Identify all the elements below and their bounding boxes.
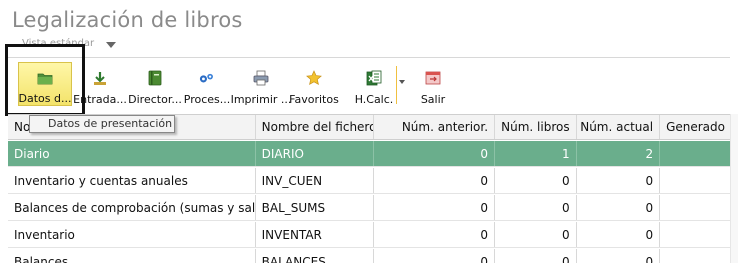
spreadsheet-icon [366, 70, 382, 86]
hcalc-label: H.Calc. [354, 93, 394, 106]
cell-generado [660, 168, 730, 193]
cell-generado [660, 249, 730, 263]
vertical-scrollbar[interactable] [730, 114, 738, 263]
salir-label: Salir [420, 93, 446, 106]
column-header-actual[interactable]: Núm. actual [577, 115, 661, 139]
cell-generado [660, 141, 730, 166]
salir-button[interactable]: Salir [410, 62, 456, 106]
gears-icon [199, 70, 215, 86]
star-icon [306, 70, 322, 86]
book-icon [147, 70, 163, 86]
column-header-anterior[interactable]: Núm. anterior. [374, 115, 496, 139]
hcalc-button[interactable]: H.Calc. [352, 62, 396, 106]
cell-anterior: 0 [374, 195, 496, 220]
cell-actual: 0 [577, 168, 661, 193]
cell-fichero: BALANCES [256, 249, 374, 263]
cell-actual: 2 [577, 141, 661, 166]
cell-anterior: 0 [374, 141, 496, 166]
cell-fichero: BAL_SUMS [256, 195, 374, 220]
column-header-generado[interactable]: Generado [660, 115, 730, 139]
cell-anterior: 0 [374, 168, 496, 193]
directorio-label: Director... [128, 93, 182, 106]
favoritos-label: Favoritos [289, 93, 339, 106]
table-row[interactable]: Inventario y cuentas anuales INV_CUEN 0 … [8, 168, 730, 194]
cell-libros: 0 [495, 222, 577, 247]
cell-anterior: 0 [374, 222, 496, 247]
cell-fichero: INVENTAR [256, 222, 374, 247]
cell-generado [660, 222, 730, 247]
divider [8, 57, 730, 58]
cell-libros: 1 [495, 141, 577, 166]
table-row[interactable]: Balances de comprobación (sumas y saldos… [8, 195, 730, 221]
cell-actual: 0 [577, 249, 661, 263]
favoritos-button[interactable]: Favoritos [289, 62, 339, 106]
directorio-button[interactable]: Director... [128, 62, 182, 106]
cell-nombre: Balances [8, 249, 256, 263]
chevron-down-icon[interactable] [399, 80, 405, 84]
cell-generado [660, 195, 730, 220]
cell-nombre: Balances de comprobación (sumas y saldos… [8, 195, 256, 220]
folder-icon [37, 71, 53, 85]
cell-anterior: 0 [374, 249, 496, 263]
procesos-button[interactable]: Proces... [182, 62, 232, 106]
toolbar-separator [396, 66, 397, 104]
table-row[interactable]: Inventario INVENTAR 0 0 0 [8, 222, 730, 248]
cell-libros: 0 [495, 249, 577, 263]
cell-actual: 0 [577, 195, 661, 220]
table-row[interactable]: Diario DIARIO 0 1 2 [8, 141, 730, 167]
cell-libros: 0 [495, 168, 577, 193]
cell-nombre: Inventario [8, 222, 256, 247]
imprimir-button[interactable]: Imprimir ... [231, 62, 291, 106]
cell-libros: 0 [495, 195, 577, 220]
cell-nombre: Inventario y cuentas anuales [8, 168, 256, 193]
tooltip: Datos de presentación [29, 115, 175, 133]
entrada-label: Entrada... [73, 93, 127, 106]
chevron-down-icon[interactable] [106, 41, 117, 48]
cell-actual: 0 [577, 222, 661, 247]
datos-presentacion-label: Datos d... [18, 92, 72, 105]
download-icon [92, 70, 108, 86]
cell-fichero: INV_CUEN [256, 168, 374, 193]
datos-presentacion-button[interactable]: Datos d... [18, 62, 72, 106]
page-title: Legalización de libros [12, 8, 243, 32]
cell-fichero: DIARIO [256, 141, 374, 166]
view-selector[interactable]: Vista estándar [22, 38, 117, 49]
table-row[interactable]: Balances BALANCES 0 0 0 [8, 249, 730, 263]
cell-nombre: Diario [8, 141, 256, 166]
imprimir-label: Imprimir ... [230, 93, 292, 106]
column-header-libros[interactable]: Núm. libros [495, 115, 577, 139]
printer-icon [253, 70, 269, 86]
exit-icon [425, 70, 441, 86]
view-label: Vista estándar [22, 38, 95, 49]
procesos-label: Proces... [183, 93, 231, 106]
entrada-button[interactable]: Entrada... [73, 62, 127, 106]
column-header-fichero[interactable]: Nombre del fichero [256, 115, 374, 139]
toolbar: Datos d... Entrada... Director... Proces… [18, 62, 738, 108]
